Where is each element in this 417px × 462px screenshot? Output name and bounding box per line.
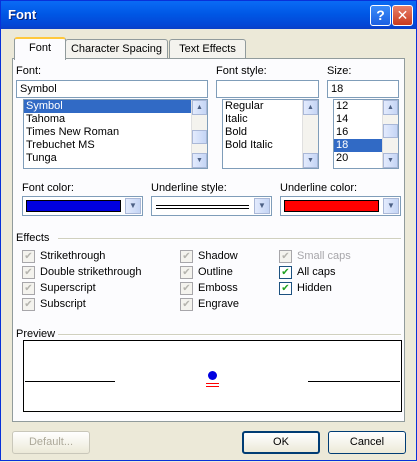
font-list-scrollbar[interactable]: ▲ ▼ <box>191 100 207 168</box>
font-color-label: Font color: <box>22 182 74 194</box>
font-input[interactable]: Symbol <box>16 80 208 98</box>
checkmark-icon[interactable]: ✔ <box>180 250 193 263</box>
font-style-input[interactable] <box>216 80 319 98</box>
preview-baseline-left <box>25 381 115 382</box>
effects-group-label: Effects <box>16 232 50 244</box>
font-list-item-trebuchet-ms[interactable]: Trebuchet MS <box>24 139 207 152</box>
checkmark-icon[interactable]: ✔ <box>279 250 292 263</box>
hidden-label: Hidden <box>297 282 332 294</box>
strikethrough-label: Strikethrough <box>40 250 106 262</box>
scroll-down-icon[interactable]: ▼ <box>303 153 318 168</box>
size-list-scrollbar[interactable]: ▲ ▼ <box>382 100 398 168</box>
preview-baseline-right <box>308 381 400 382</box>
scroll-down-icon[interactable]: ▼ <box>383 153 398 168</box>
font-list[interactable]: Symbol Tahoma Times New Roman Trebuchet … <box>23 99 208 169</box>
effects-group-divider <box>58 238 401 240</box>
font-style-list[interactable]: Regular Italic Bold Bold Italic ▲ ▼ <box>222 99 319 169</box>
checkmark-icon[interactable]: ✔ <box>22 298 35 311</box>
font-style-label: Font style: <box>216 65 267 77</box>
font-list-item-symbol[interactable]: Symbol <box>24 100 207 113</box>
engrave-label: Engrave <box>198 298 239 310</box>
underline-style-sample <box>156 205 249 209</box>
font-dialog: Font ? ✕ Font Character Spacing Text Eff… <box>0 0 417 461</box>
preview-underline <box>206 383 219 387</box>
scroll-up-icon[interactable]: ▲ <box>383 100 398 115</box>
checkmark-icon[interactable]: ✔ <box>180 282 193 295</box>
checkmark-icon[interactable]: ✔ <box>180 266 193 279</box>
emboss-label: Emboss <box>198 282 238 294</box>
preview-group-divider <box>58 334 401 336</box>
size-list[interactable]: 12 14 16 18 20 ▲ ▼ <box>333 99 399 169</box>
scroll-up-icon[interactable]: ▲ <box>192 100 207 115</box>
panel-content: Font: Symbol Symbol Tahoma Times New Rom… <box>1 1 417 462</box>
preview-group-label: Preview <box>16 328 56 340</box>
underline-color-label: Underline color: <box>280 182 358 194</box>
checkmark-icon[interactable]: ✔ <box>279 282 292 295</box>
small-caps-label: Small caps <box>297 250 351 262</box>
scroll-thumb[interactable] <box>383 124 398 138</box>
checkmark-icon[interactable]: ✔ <box>22 266 35 279</box>
chevron-down-icon[interactable]: ▼ <box>383 198 399 214</box>
font-color-swatch <box>26 200 121 212</box>
scroll-up-icon[interactable]: ▲ <box>303 100 318 115</box>
underline-style-select[interactable]: ▼ <box>151 196 272 216</box>
checkmark-icon[interactable]: ✔ <box>279 266 292 279</box>
font-list-item-tunga[interactable]: Tunga <box>24 152 207 165</box>
size-input[interactable]: 18 <box>327 80 399 98</box>
font-list-item-tahoma[interactable]: Tahoma <box>24 113 207 126</box>
shadow-label: Shadow <box>198 250 238 262</box>
scroll-thumb[interactable] <box>192 130 207 144</box>
preview-symbol-dot <box>208 371 217 380</box>
font-list-item-times-new-roman[interactable]: Times New Roman <box>24 126 207 139</box>
underline-color-select[interactable]: ▼ <box>280 196 401 216</box>
double-strikethrough-label: Double strikethrough <box>40 266 142 278</box>
scroll-down-icon[interactable]: ▼ <box>192 153 207 168</box>
superscript-label: Superscript <box>40 282 96 294</box>
font-style-scrollbar[interactable]: ▲ ▼ <box>302 100 318 168</box>
font-label: Font: <box>16 65 42 77</box>
chevron-down-icon[interactable]: ▼ <box>125 198 141 214</box>
chevron-down-icon[interactable]: ▼ <box>254 198 270 214</box>
checkmark-icon[interactable]: ✔ <box>22 282 35 295</box>
size-label: Size: <box>327 65 352 77</box>
outline-label: Outline <box>198 266 233 278</box>
underline-color-swatch <box>284 200 379 212</box>
checkmark-icon[interactable]: ✔ <box>180 298 193 311</box>
subscript-label: Subscript <box>40 298 86 310</box>
preview-box <box>23 340 402 412</box>
all-caps-label: All caps <box>297 266 336 278</box>
underline-style-label: Underline style: <box>151 182 227 194</box>
font-color-select[interactable]: ▼ <box>22 196 143 216</box>
checkmark-icon[interactable]: ✔ <box>22 250 35 263</box>
